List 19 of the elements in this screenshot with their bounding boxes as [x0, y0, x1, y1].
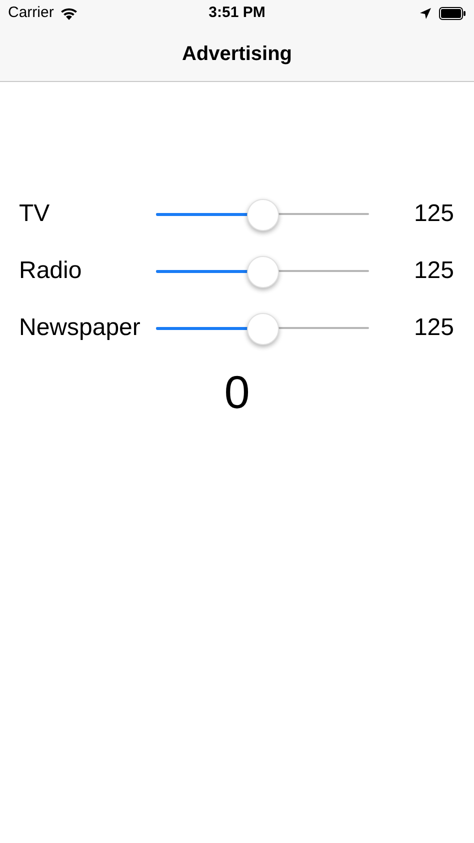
slider-label: Newspaper [19, 313, 142, 343]
slider[interactable] [156, 256, 369, 286]
nav-title: Advertising [182, 42, 292, 67]
slider-value: 125 [414, 199, 454, 229]
slider[interactable] [156, 313, 369, 343]
wifi-icon [60, 7, 78, 20]
slider-value: 125 [414, 313, 454, 343]
carrier-name: Carrier [8, 3, 54, 24]
slider-thumb[interactable] [246, 256, 278, 288]
slider-thumb[interactable] [246, 313, 278, 345]
status-time: 3:51 PM [208, 3, 266, 24]
slider-value: 125 [414, 256, 454, 286]
slider-label: TV [19, 199, 51, 229]
result-value: 0 [224, 365, 250, 420]
battery-icon [439, 7, 466, 20]
slider[interactable] [156, 199, 369, 229]
location-arrow-icon [420, 8, 431, 19]
slider-label: Radio [19, 256, 83, 286]
slider-thumb[interactable] [246, 199, 278, 231]
